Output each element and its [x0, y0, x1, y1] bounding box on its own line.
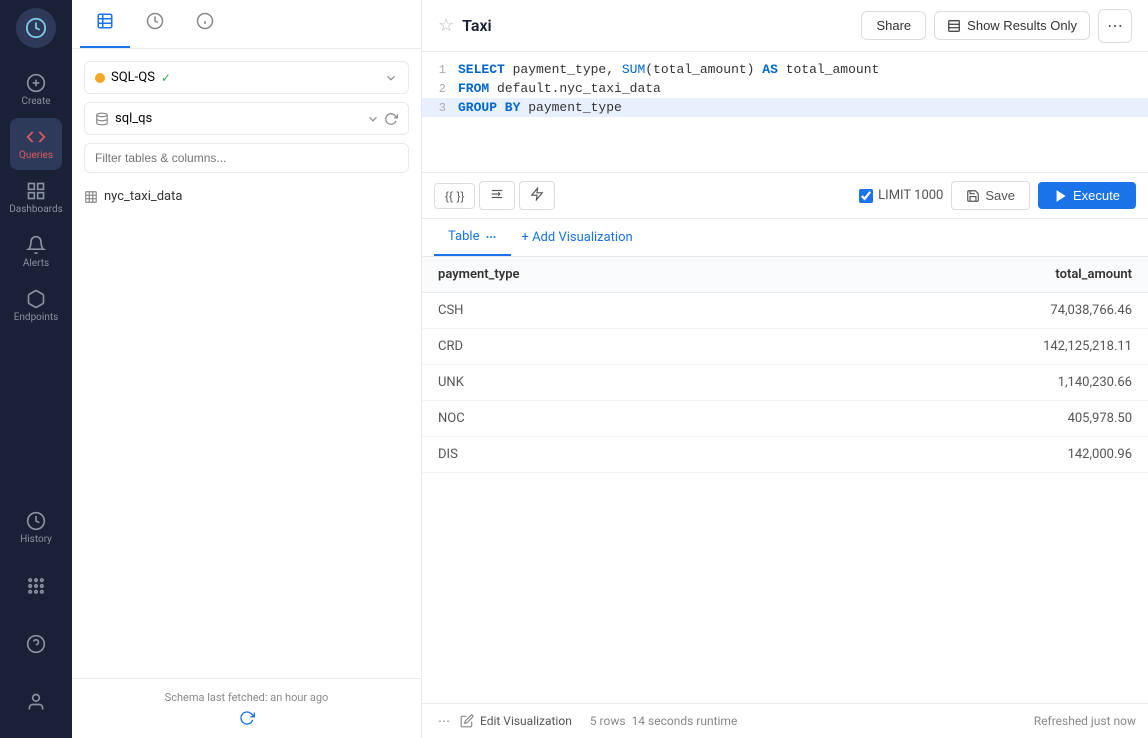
sidebar-item-apps[interactable] [10, 560, 62, 612]
limit-label: LIMIT 1000 [878, 188, 943, 203]
editor-area: 1 SELECT payment_type, SUM(total_amount)… [422, 52, 1148, 219]
table-row: NOC405,978.50 [422, 401, 1148, 437]
format-button[interactable]: {{ }} [434, 183, 475, 209]
edit-visualization-icon [460, 714, 474, 728]
schema-last-fetched: Schema last fetched: an hour ago [165, 691, 329, 704]
datasource-selector[interactable]: SQL-QS ✓ [84, 61, 409, 94]
table-icon [84, 190, 98, 204]
cell-payment-type: UNK [422, 365, 774, 401]
editor-toolbar: {{ }} LIMIT 1000 [422, 172, 1148, 218]
sidebar-item-dashboards[interactable]: Dashboards [10, 172, 62, 224]
tab-schema[interactable] [80, 0, 130, 48]
cell-payment-type: CSH [422, 293, 774, 329]
sidebar-item-create[interactable]: Create [10, 64, 62, 116]
edit-visualization-label[interactable]: Edit Visualization [480, 714, 572, 728]
save-button[interactable]: Save [951, 181, 1030, 210]
page-title: Taxi [462, 16, 492, 35]
code-editor[interactable]: 1 SELECT payment_type, SUM(total_amount)… [422, 52, 1148, 172]
execute-play-icon [1054, 189, 1068, 203]
refresh-schema-button[interactable] [84, 710, 409, 726]
sidebar-item-queries[interactable]: Queries [10, 118, 62, 170]
schema-chevron-icon [366, 112, 380, 126]
star-icon[interactable]: ☆ [438, 15, 454, 36]
refreshed-time: Refreshed just now [1034, 714, 1136, 728]
status-bar: ⋯ Edit Visualization 5 rows 14 seconds r… [422, 703, 1148, 738]
lightning-icon [530, 187, 544, 201]
show-results-button[interactable]: Show Results Only [934, 11, 1090, 40]
cell-total-amount: 74,038,766.46 [774, 293, 1148, 329]
cell-payment-type: DIS [422, 437, 774, 473]
cell-total-amount: 142,125,218.11 [774, 329, 1148, 365]
row-count: 5 rows [590, 714, 626, 728]
limit-checkbox-label[interactable]: LIMIT 1000 [859, 188, 943, 203]
sidebar-item-account[interactable] [10, 676, 62, 728]
sidebar-item-history[interactable]: History [10, 502, 62, 554]
chevron-down-icon [384, 71, 398, 85]
auto-complete-button[interactable] [519, 181, 555, 210]
schema-refresh-icon[interactable] [384, 112, 398, 126]
runtime: 14 seconds runtime [632, 714, 738, 728]
cell-payment-type: CRD [422, 329, 774, 365]
datasource-section: SQL-QS ✓ sql_qs [72, 49, 421, 181]
sidebar-bottom-section: History [10, 502, 62, 730]
add-visualization-button[interactable]: + Add Visualization [511, 222, 642, 253]
table-name: nyc_taxi_data [104, 189, 182, 204]
sidebar-item-help[interactable] [10, 618, 62, 670]
tab-table[interactable]: Table [434, 219, 511, 256]
col-header-total-amount: total_amount [774, 257, 1148, 293]
filter-tables-input[interactable] [84, 143, 409, 173]
tab-history[interactable] [130, 0, 180, 48]
results-area: Table + Add Visualization payment_type t… [422, 219, 1148, 738]
table-row: CRD142,125,218.11 [422, 329, 1148, 365]
code-line-1: 1 SELECT payment_type, SUM(total_amount)… [422, 60, 1148, 79]
table-item-nyc_taxi_data[interactable]: nyc_taxi_data [72, 181, 421, 212]
panel-tabs [72, 0, 421, 49]
app-logo[interactable] [16, 8, 56, 48]
cell-total-amount: 405,978.50 [774, 401, 1148, 437]
sidebar: Create Queries Dashboards Alerts Endpoin… [0, 0, 72, 738]
schema-footer: Schema last fetched: an hour ago [72, 678, 421, 738]
table-view-icon [947, 19, 961, 33]
table-row: CSH74,038,766.46 [422, 293, 1148, 329]
cell-payment-type: NOC [422, 401, 774, 437]
database-icon [95, 112, 109, 126]
limit-checkbox[interactable] [859, 189, 873, 203]
share-button[interactable]: Share [861, 11, 926, 40]
status-more-button[interactable]: ⋯ [434, 712, 454, 730]
data-table: payment_type total_amount CSH74,038,766.… [422, 257, 1148, 473]
code-line-2: 2 FROM default.nyc_taxi_data [422, 79, 1148, 98]
topbar: ☆ Taxi Share Show Results Only ⋯ [422, 0, 1148, 52]
datasource-status-dot [95, 73, 105, 83]
results-tabs: Table + Add Visualization [422, 219, 1148, 257]
datasource-name: SQL-QS [111, 70, 155, 85]
schema-name: sql_qs [115, 111, 152, 126]
table-row: UNK1,140,230.66 [422, 365, 1148, 401]
table-row: DIS142,000.96 [422, 437, 1148, 473]
indent-button[interactable] [479, 181, 515, 210]
datasource-connected-icon: ✓ [161, 71, 171, 85]
table-tab-more-icon[interactable] [485, 231, 497, 243]
indent-icon [490, 187, 504, 201]
results-table[interactable]: payment_type total_amount CSH74,038,766.… [422, 257, 1148, 703]
save-icon [966, 189, 980, 203]
sidebar-item-alerts[interactable]: Alerts [10, 226, 62, 278]
cell-total-amount: 142,000.96 [774, 437, 1148, 473]
main-area: ☆ Taxi Share Show Results Only ⋯ 1 SELEC… [422, 0, 1148, 738]
code-line-3: 3 GROUP BY payment_type [422, 98, 1148, 117]
left-panel: SQL-QS ✓ sql_qs [72, 0, 422, 738]
schema-selector[interactable]: sql_qs [84, 102, 409, 135]
execute-button[interactable]: Execute [1038, 182, 1136, 209]
tab-info[interactable] [180, 0, 230, 48]
cell-total-amount: 1,140,230.66 [774, 365, 1148, 401]
col-header-payment-type: payment_type [422, 257, 774, 293]
more-options-button[interactable]: ⋯ [1098, 9, 1132, 43]
sidebar-item-endpoints[interactable]: Endpoints [10, 280, 62, 332]
